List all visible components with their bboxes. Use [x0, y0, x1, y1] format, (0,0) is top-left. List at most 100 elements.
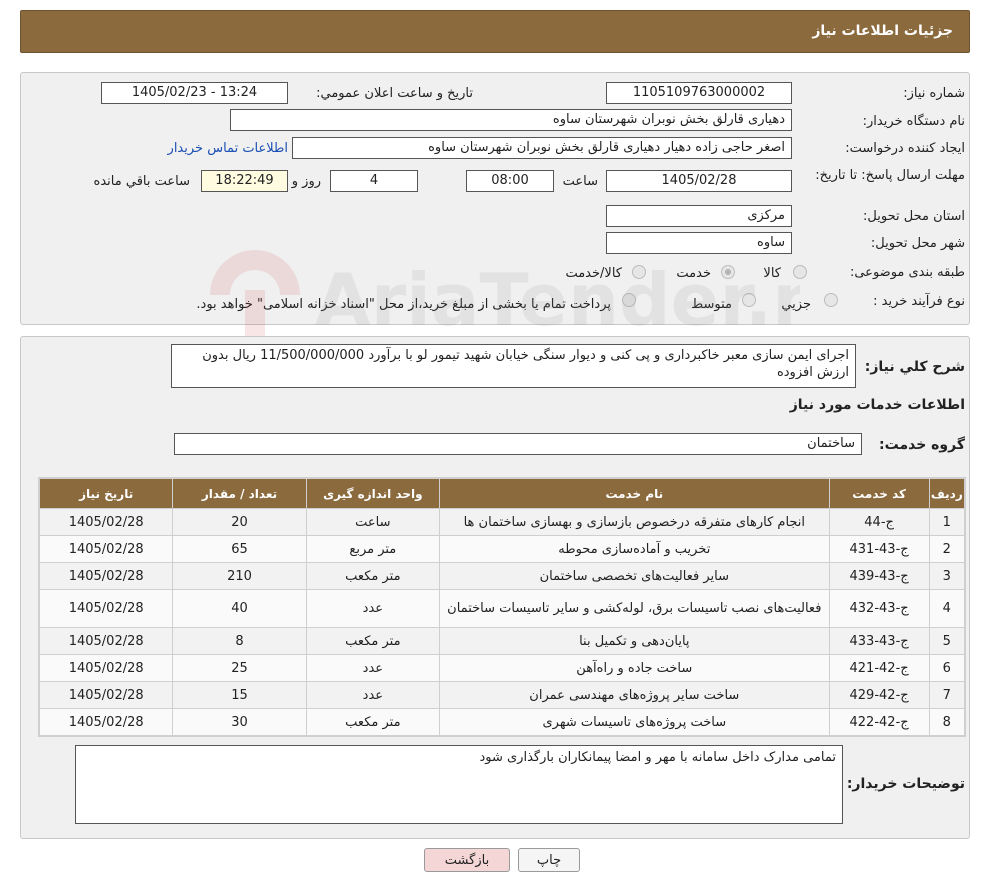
- buyer-org-label: نام دستگاه خريدار:: [862, 114, 965, 129]
- cell-quantity: 8: [172, 627, 307, 655]
- remaining-time-field: 18:22:49: [201, 170, 288, 192]
- days-remaining-field: 4: [330, 170, 418, 192]
- page-header: جزئیات اطلاعات نیاز: [20, 10, 970, 53]
- category-label: طبقه بندی موضوعی:: [849, 265, 965, 280]
- cell-service-code: ج-43-431: [828, 535, 930, 563]
- announce-datetime-field: 1405/02/23 - 13:24: [101, 82, 288, 104]
- cell-service-code: ج-43-439: [828, 562, 930, 590]
- table-row: 4 ج-43-432 فعالیت‌های نصب تاسیسات برق، لول…: [38, 589, 966, 628]
- remaining-label: ساعت باقي مانده: [93, 174, 190, 189]
- cell-unit: متر مربع: [305, 535, 441, 563]
- category-radio-goods-service[interactable]: [632, 265, 646, 279]
- cell-service-name: ساخت جاده و راه‌آهن: [439, 654, 830, 682]
- city-field: ساوه: [606, 232, 792, 254]
- cell-unit: عدد: [305, 589, 441, 628]
- col-unit: واحد اندازه گيری: [305, 478, 441, 509]
- cell-row-number: 2: [928, 535, 966, 563]
- cell-unit: عدد: [305, 681, 441, 709]
- service-group-label: گروه خدمت:: [879, 437, 965, 453]
- process-radio-medium[interactable]: [742, 293, 756, 307]
- service-group-field: ساختمان: [174, 433, 862, 455]
- category-option-service: خدمت: [676, 266, 711, 281]
- print-button[interactable]: چاپ: [518, 848, 580, 872]
- cell-unit: متر مکعب: [305, 627, 441, 655]
- process-note: پرداخت تمام یا بخشی از مبلغ خرید،از محل …: [196, 297, 611, 312]
- creator-label: ايجاد کننده درخواست:: [845, 141, 965, 156]
- cell-service-name: تخریب و آماده‌سازی محوطه: [439, 535, 830, 563]
- cell-row-number: 6: [928, 654, 966, 682]
- services-title: اطلاعات خدمات مورد نياز: [789, 397, 965, 413]
- cell-unit: عدد: [305, 654, 441, 682]
- cell-need-date: 1405/02/28: [38, 708, 174, 736]
- cell-quantity: 40: [172, 589, 307, 628]
- cell-unit: متر مکعب: [305, 708, 441, 736]
- cell-unit: ساعت: [305, 508, 441, 536]
- process-label: نوع فرآيند خريد :: [873, 294, 965, 309]
- process-option-medium: متوسط: [691, 297, 732, 312]
- deadline-date-field: 1405/02/28: [606, 170, 792, 192]
- cell-need-date: 1405/02/28: [38, 654, 174, 682]
- category-option-goods-service: کالا/خدمت: [565, 266, 622, 281]
- process-option-partial: جزیي: [781, 297, 811, 312]
- city-label: شهر محل تحویل:: [870, 236, 965, 251]
- province-field: مرکزی: [606, 205, 792, 227]
- cell-quantity: 210: [172, 562, 307, 590]
- announce-label: تاریخ و ساعت اعلان عمومي:: [316, 86, 473, 101]
- process-radio-partial[interactable]: [824, 293, 838, 307]
- cell-service-code: ج-43-433: [828, 627, 930, 655]
- buyer-org-field: دهیاری قارلق بخش نوبران شهرستان ساوه: [230, 109, 792, 131]
- cell-row-number: 3: [928, 562, 966, 590]
- cell-service-name: فعالیت‌های نصب تاسیسات برق، لوله‌کشی و س…: [439, 589, 830, 628]
- col-need-date: تاريخ نياز: [38, 478, 174, 509]
- table-header-row: رديف کد خدمت نام خدمت واحد اندازه گيری ت…: [38, 478, 966, 509]
- cell-need-date: 1405/02/28: [38, 627, 174, 655]
- back-button[interactable]: بازگشت: [424, 848, 510, 872]
- col-row-number: رديف: [928, 478, 966, 509]
- days-label: روز و: [291, 174, 321, 189]
- table-row: 8 ج-42-422 ساخت پروژه‌های تاسیسات شهری متر …: [38, 708, 966, 736]
- cell-row-number: 1: [928, 508, 966, 536]
- process-radio-treasury[interactable]: [622, 293, 636, 307]
- cell-service-name: سایر فعالیت‌های تخصصی ساختمان: [439, 562, 830, 590]
- page-title: جزئیات اطلاعات نیاز: [812, 23, 953, 39]
- deadline-time-field: 08:00: [466, 170, 554, 192]
- cell-service-code: ج-42-429: [828, 681, 930, 709]
- cell-row-number: 5: [928, 627, 966, 655]
- cell-service-code: ج-42-422: [828, 708, 930, 736]
- cell-quantity: 15: [172, 681, 307, 709]
- cell-need-date: 1405/02/28: [38, 535, 174, 563]
- table-row: 6 ج-42-421 ساخت جاده و راه‌آهن عدد 25 1405/02…: [38, 654, 966, 682]
- cell-quantity: 65: [172, 535, 307, 563]
- need-number-field: 1105109763000002: [606, 82, 792, 104]
- cell-service-code: ج-44: [828, 508, 930, 536]
- cell-quantity: 25: [172, 654, 307, 682]
- cell-quantity: 30: [172, 708, 307, 736]
- cell-need-date: 1405/02/28: [38, 508, 174, 536]
- cell-quantity: 20: [172, 508, 307, 536]
- col-quantity: تعداد / مقدار: [172, 478, 307, 509]
- need-number-label: شماره نیاز:: [903, 86, 965, 101]
- cell-service-name: ساخت سایر پروژه‌های مهندسی عمران: [439, 681, 830, 709]
- cell-service-name: انجام کارهای متفرقه درخصوص بازسازی و بهس…: [439, 508, 830, 536]
- category-radio-goods[interactable]: [793, 265, 807, 279]
- table-row: 3 ج-43-439 سایر فعالیت‌های تخصصی ساختمان مت…: [38, 562, 966, 590]
- cell-need-date: 1405/02/28: [38, 681, 174, 709]
- buyer-notes-label: توضيحات خريدار:: [846, 776, 965, 792]
- cell-service-code: ج-43-432: [828, 589, 930, 628]
- creator-field: اصغر حاجی زاده دهیار دهیاری قارلق بخش نو…: [292, 137, 792, 159]
- buyer-contact-link[interactable]: اطلاعات تماس خریدار: [168, 141, 288, 156]
- cell-unit: متر مکعب: [305, 562, 441, 590]
- province-label: استان محل تحویل:: [863, 209, 965, 224]
- description-textarea[interactable]: اجرای ایمن سازی معبر خاکبرداری و پی کنی …: [171, 344, 856, 388]
- category-option-goods: کالا: [763, 266, 781, 281]
- buyer-notes-textarea[interactable]: تمامی مدارک داخل سامانه با مهر و امضا پی…: [75, 745, 843, 824]
- deadline-label: مهلت ارسال پاسخ: تا تاريخ:: [815, 168, 965, 183]
- cell-service-name: ساخت پروژه‌های تاسیسات شهری: [439, 708, 830, 736]
- cell-row-number: 4: [928, 589, 966, 628]
- services-table-wrapper: رديف کد خدمت نام خدمت واحد اندازه گيری ت…: [38, 477, 966, 737]
- table-row: 7 ج-42-429 ساخت سایر پروژه‌های مهندسی عمرا…: [38, 681, 966, 709]
- table-row: 1 ج-44 انجام کارهای متفرقه درخصوص بازسازی …: [38, 508, 966, 536]
- cell-service-name: پایان‌دهی و تکمیل بنا: [439, 627, 830, 655]
- col-service-name: نام خدمت: [439, 478, 830, 509]
- category-radio-service[interactable]: [721, 265, 735, 279]
